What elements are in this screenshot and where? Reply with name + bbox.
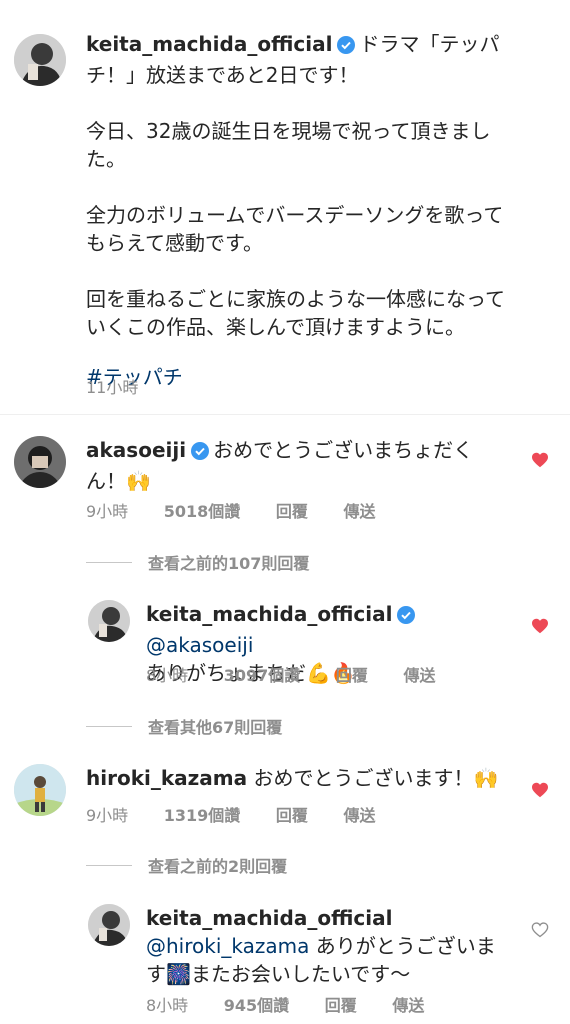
reply-username[interactable]: keita_machida_official: [146, 602, 392, 626]
send-button[interactable]: 傳送: [343, 502, 375, 521]
avatar-photo-icon: [14, 34, 66, 86]
like-heart-icon[interactable]: [531, 782, 549, 802]
avatar-photo-icon: [14, 436, 66, 488]
mention-link[interactable]: @akasoeiji: [146, 633, 253, 657]
post-text-line: もらえて感動です。: [86, 231, 263, 255]
likes-count[interactable]: 945個讚: [224, 996, 289, 1015]
divider-line: [86, 864, 132, 866]
likes-count[interactable]: 3097個讚: [224, 666, 301, 685]
post-username[interactable]: keita_machida_official: [86, 32, 332, 56]
likes-count[interactable]: 5018個讚: [164, 502, 241, 521]
reply-button[interactable]: 回覆: [276, 806, 308, 825]
comment-time: 9小時: [86, 806, 129, 825]
verified-badge-icon: [191, 439, 210, 467]
comment-avatar[interactable]: [14, 436, 66, 488]
reply-button[interactable]: 回覆: [336, 666, 368, 685]
like-heart-icon[interactable]: [531, 618, 549, 638]
view-more-replies[interactable]: 查看其他67則回覆: [86, 714, 282, 738]
post-text-line: ドラマ「テッパ: [359, 32, 500, 56]
comment-meta: 9小時 5018個讚 回覆 傳送: [86, 498, 406, 522]
reply-body: keita_machida_official @hiroki_kazama あり…: [146, 904, 526, 988]
post-meta: 11小時: [86, 374, 168, 398]
comment-text: ん！🙌: [86, 469, 151, 493]
reply-text: す🎆またお会いしたいです〜: [146, 962, 411, 986]
comment-body: hiroki_kazama おめでとうございます！🙌: [86, 764, 526, 792]
reply-time: 8小時: [146, 666, 189, 685]
comment-meta: 9小時 1319個讚 回覆 傳送: [86, 802, 406, 826]
comment-username[interactable]: hiroki_kazama: [86, 766, 247, 790]
likes-count[interactable]: 1319個讚: [164, 806, 241, 825]
post-text-line: チ！」放送まであと2日です！: [86, 63, 359, 87]
divider-line: [86, 561, 132, 563]
post-text-line: 回を重ねるごとに家族のような一体感になって: [86, 287, 505, 311]
reply-button[interactable]: 回覆: [325, 996, 357, 1015]
comment-body: akasoeiji おめでとうございまちょだく ん！🙌: [86, 436, 526, 495]
send-button[interactable]: 傳送: [343, 806, 375, 825]
comment-text: おめでとうございます！🙌: [253, 766, 499, 790]
reply-avatar[interactable]: [88, 600, 130, 642]
post-text-line: た。: [86, 147, 126, 171]
post-text-line: いくこの作品、楽しんで頂けますように。: [86, 315, 465, 339]
reply-avatar[interactable]: [88, 904, 130, 946]
view-previous-replies[interactable]: 查看之前的107則回覆: [86, 550, 309, 574]
post-text-line: 今日、32歳の誕生日を現場で祝って頂きまし: [86, 119, 491, 143]
avatar-photo-icon: [88, 904, 130, 946]
post-author-avatar[interactable]: [14, 34, 66, 86]
view-previous-replies[interactable]: 查看之前的2則回覆: [86, 853, 287, 877]
comment-time: 9小時: [86, 502, 129, 521]
reply-meta: 8小時 945個讚 回覆 傳送: [146, 992, 454, 1016]
verified-badge-icon: [337, 33, 356, 61]
send-button[interactable]: 傳送: [392, 996, 424, 1015]
divider-line: [86, 725, 132, 727]
reply-text: ありがとうございま: [315, 934, 496, 958]
post-caption: keita_machida_official ドラマ「テッパ チ！」放送まであと2…: [86, 30, 536, 391]
reply-button[interactable]: 回覆: [276, 502, 308, 521]
mention-link[interactable]: @hiroki_kazama: [146, 934, 309, 958]
comment-text: おめでとうございまちょだく: [213, 438, 474, 462]
comment-avatar[interactable]: [14, 764, 66, 816]
divider: [0, 414, 570, 415]
comment-username[interactable]: akasoeiji: [86, 438, 186, 462]
reply-username[interactable]: keita_machida_official: [146, 904, 526, 932]
send-button[interactable]: 傳送: [403, 666, 435, 685]
view-replies-label[interactable]: 查看其他67則回覆: [148, 714, 282, 738]
view-replies-label[interactable]: 查看之前的2則回覆: [148, 853, 287, 877]
post-time: 11小時: [86, 378, 139, 397]
post-text-line: 全力のボリュームでバースデーソングを歌って: [86, 203, 504, 227]
like-heart-icon[interactable]: [531, 452, 549, 472]
like-heart-outline-icon[interactable]: [531, 922, 549, 942]
avatar-photo-icon: [14, 764, 66, 816]
reply-meta: 8小時 3097個讚 回覆 傳送: [146, 662, 466, 686]
verified-badge-icon: [397, 603, 416, 631]
avatar-photo-icon: [88, 600, 130, 642]
view-replies-label[interactable]: 查看之前的107則回覆: [148, 550, 309, 574]
reply-time: 8小時: [146, 996, 189, 1015]
